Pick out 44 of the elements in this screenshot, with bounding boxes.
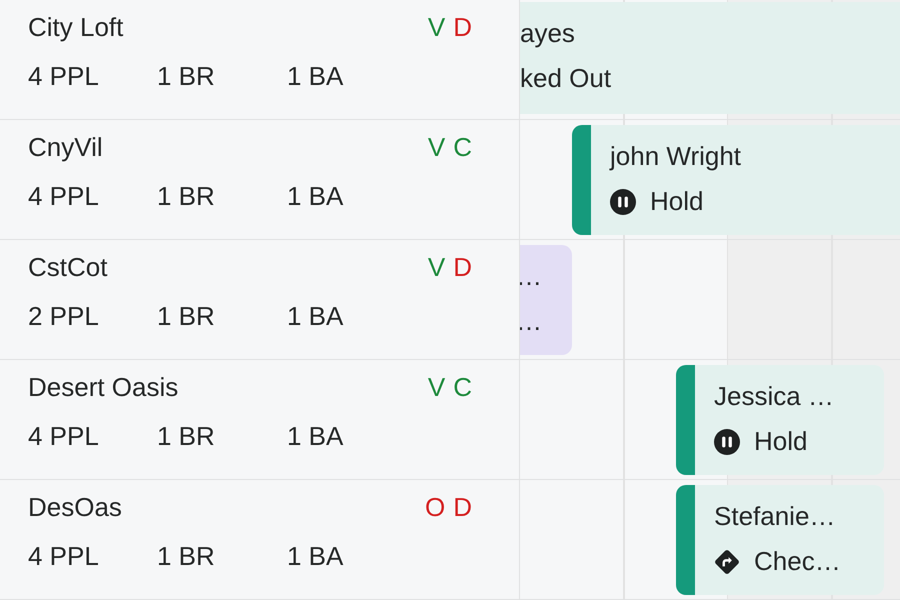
listing-spec: 1 BA xyxy=(287,301,344,332)
booking-card[interactable]: Jessica … Hold xyxy=(676,365,884,475)
guest-name: Stefanie… xyxy=(714,501,836,532)
status-code: V xyxy=(428,252,446,283)
listing-spec: 4 PPL xyxy=(28,181,100,212)
booking-status: ked Out xyxy=(520,63,612,94)
status-code: C xyxy=(453,372,472,403)
listing-name: CnyVil xyxy=(28,132,103,163)
booking-card[interactable]: Stefanie… Chec… xyxy=(676,485,884,595)
booking-status: Chec… xyxy=(754,546,841,577)
status-code: V xyxy=(428,372,446,403)
listing-name: DesOas xyxy=(28,492,122,523)
listing-spec: 1 BA xyxy=(287,181,344,212)
guest-name: john Wright xyxy=(610,141,742,172)
listing-name: Desert Oasis xyxy=(28,372,178,403)
guest-name: Jessica … xyxy=(714,381,834,412)
booking-card[interactable]: ayes ked Out xyxy=(520,2,900,114)
guest-name: ayes xyxy=(520,18,576,49)
listing-spec: 1 BR xyxy=(157,421,216,452)
status-code: O xyxy=(424,492,446,523)
status-code: C xyxy=(453,132,472,163)
booking-card[interactable]: john Wright Hold xyxy=(572,125,900,235)
listing-spec: 4 PPL xyxy=(28,541,100,572)
listing-spec: 1 BR xyxy=(157,541,216,572)
listing-spec: 1 BR xyxy=(157,61,216,92)
pause-icon xyxy=(714,428,740,454)
listing-name: CstCot xyxy=(28,252,108,283)
booking-status: Hold xyxy=(754,426,808,457)
pause-icon xyxy=(610,188,636,214)
status-code: V xyxy=(428,132,446,163)
status-code: D xyxy=(453,12,472,43)
listing-name: City Loft xyxy=(28,12,124,43)
listing-spec: 1 BA xyxy=(287,541,344,572)
listing-spec: 4 PPL xyxy=(28,61,100,92)
status-code: V xyxy=(428,12,446,43)
status-code: D xyxy=(453,252,472,283)
listing-spec: 1 BA xyxy=(287,421,344,452)
listing-spec: 2 PPL xyxy=(28,301,100,332)
listing-spec: 1 BA xyxy=(287,61,344,92)
listing-spec: 4 PPL xyxy=(28,421,100,452)
booking-status: Hold xyxy=(650,186,704,217)
listing-spec: 1 BR xyxy=(157,181,216,212)
listing-spec: 1 BR xyxy=(157,301,216,332)
status-code: D xyxy=(453,492,472,523)
